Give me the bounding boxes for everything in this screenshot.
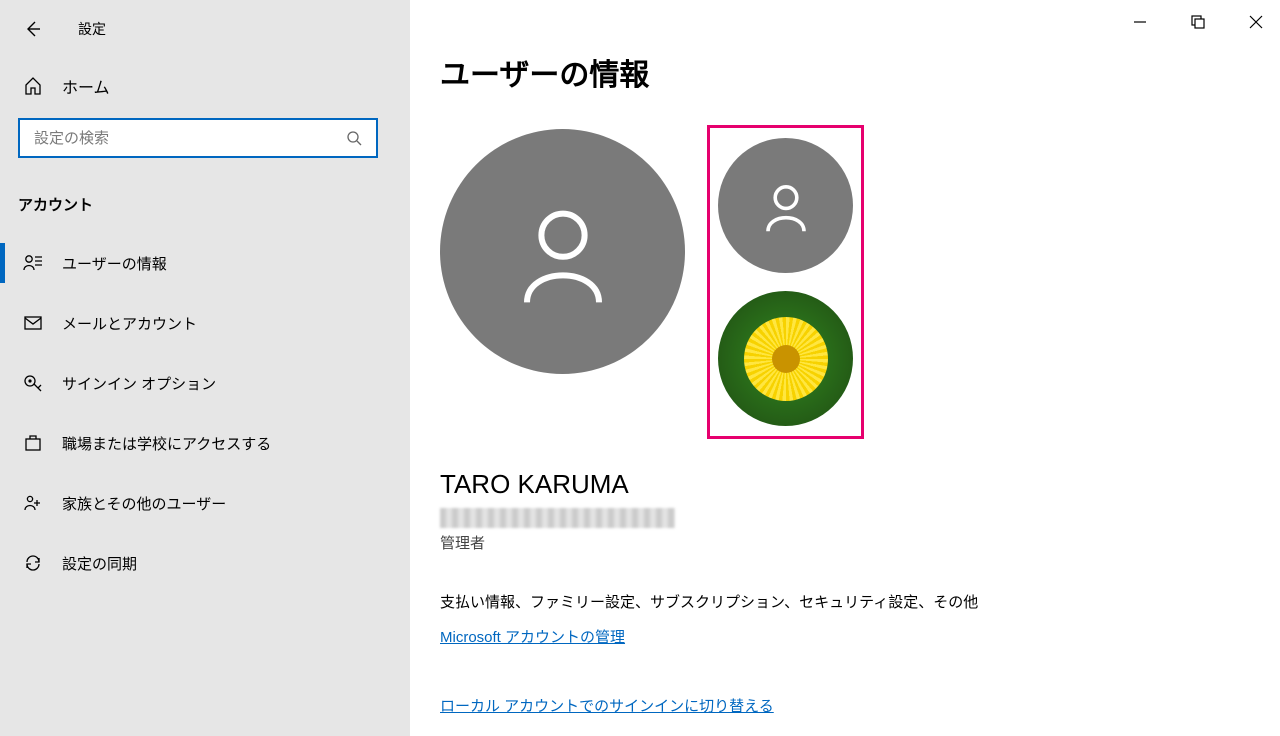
user-role: 管理者 xyxy=(440,532,1240,553)
sidebar-item-work-school[interactable]: 職場または学校にアクセスする xyxy=(0,413,410,473)
sidebar-item-signin-opt[interactable]: サインイン オプション xyxy=(0,353,410,413)
sidebar-item-sync[interactable]: 設定の同期 xyxy=(0,533,410,593)
sidebar-item-label: 設定の同期 xyxy=(62,553,137,574)
user-email-redacted xyxy=(440,508,675,528)
user-info-icon xyxy=(22,252,44,274)
user-name: TARO KARUMA xyxy=(440,469,1240,500)
section-title: アカウント xyxy=(0,176,410,233)
work-school-icon xyxy=(22,432,44,454)
sidebar-item-mail-acct[interactable]: メールとアカウント xyxy=(0,293,410,353)
sidebar-item-label: ユーザーの情報 xyxy=(62,253,167,274)
sidebar-item-family[interactable]: 家族とその他のユーザー xyxy=(0,473,410,533)
family-icon xyxy=(22,492,44,514)
home-icon xyxy=(22,75,44,97)
app-title: 設定 xyxy=(78,19,106,39)
sidebar-item-label: サインイン オプション xyxy=(62,373,216,394)
mail-acct-icon xyxy=(22,312,44,334)
account-desc: 支払い情報、ファミリー設定、サブスクリプション、セキュリティ設定、その他 xyxy=(440,591,1240,612)
avatar-previous-default[interactable] xyxy=(718,138,853,273)
sidebar-item-label: 職場または学校にアクセスする xyxy=(62,433,271,454)
search-icon xyxy=(346,130,362,146)
avatar-current[interactable] xyxy=(440,129,685,374)
sidebar-item-home[interactable]: ホーム xyxy=(0,54,410,118)
sync-icon xyxy=(22,552,44,574)
sidebar-item-label: 家族とその他のユーザー xyxy=(62,493,226,514)
link-manage-account[interactable]: Microsoft アカウントの管理 xyxy=(440,626,1240,647)
sidebar-item-label: メールとアカウント xyxy=(62,313,197,334)
page-title: ユーザーの情報 xyxy=(440,50,1240,94)
back-button[interactable] xyxy=(18,14,48,44)
search-input[interactable] xyxy=(34,130,346,147)
avatar-previous-flower[interactable] xyxy=(718,291,853,426)
sidebar-item-label: ホーム xyxy=(62,74,110,98)
close-button[interactable] xyxy=(1242,8,1270,36)
search-input-wrap[interactable] xyxy=(18,118,378,158)
link-switch-local[interactable]: ローカル アカウントでのサインインに切り替える xyxy=(440,695,1240,716)
sidebar-item-user-info[interactable]: ユーザーの情報 xyxy=(0,233,410,293)
minimize-button[interactable] xyxy=(1126,8,1154,36)
maximize-button[interactable] xyxy=(1184,8,1212,36)
avatar-history-highlight xyxy=(707,125,864,439)
signin-opt-icon xyxy=(22,372,44,394)
